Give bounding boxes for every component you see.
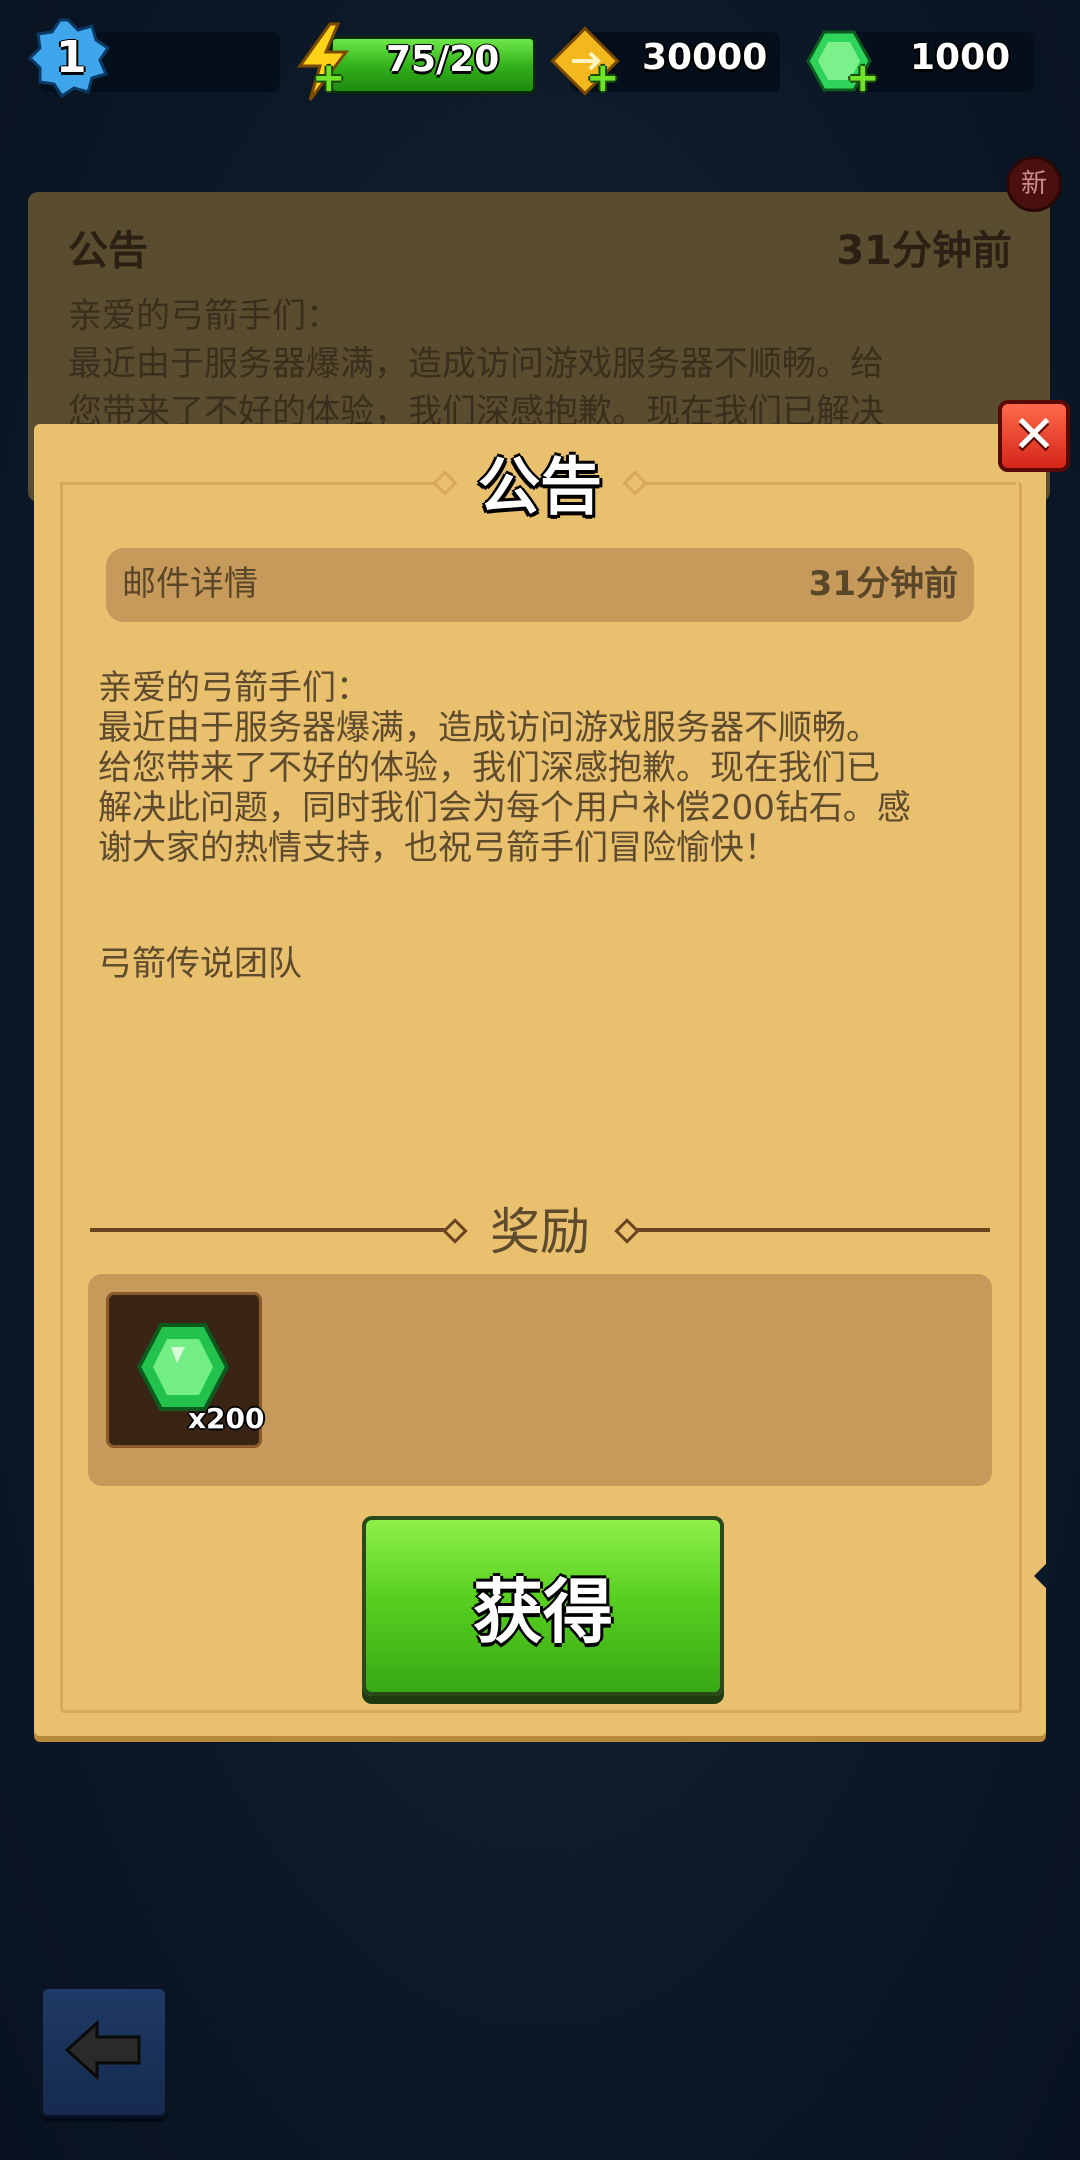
gem-value: 1000 [910,37,1011,78]
background-notice-body: 亲爱的弓箭手们： 最近由于服务器爆满，造成访问游戏服务器不顺畅。给 您带来了不好… [68,292,1008,436]
player-level: 1 [56,32,87,83]
dialog-title: 公告 [477,450,602,523]
close-icon: ✕ [1012,405,1056,465]
close-button[interactable]: ✕ [998,400,1070,472]
back-arrow-icon [64,2019,141,2081]
background-notice-title: 公告 [68,228,148,274]
right-pointer-icon [1034,1562,1048,1590]
mail-detail-label: 邮件详情 [122,564,258,604]
top-resource-bar: 1 + 75/20 + 30000 + 1000 [0,0,1080,110]
mail-body-line: 谢大家的热情支持，也祝弓箭手们冒险愉快！ [98,828,778,868]
mail-signature: 弓箭传说团队 [98,944,302,984]
background-notice-line: 最近由于服务器爆满，造成访问游戏服务器不顺畅。给 [68,344,884,384]
mail-body-line: 亲爱的弓箭手们： [98,668,370,708]
background-notice-time: 31分钟前 [836,228,1012,274]
gold-value: 30000 [642,37,768,78]
mail-body-line: 解决此问题，同时我们会为每个用户补偿200钻石。感 [98,788,911,828]
new-badge: 新 [1006,156,1062,212]
mail-body-line: 最近由于服务器爆满，造成访问游戏服务器不顺畅。 [98,708,880,748]
background-notice-line: 亲爱的弓箭手们： [68,296,340,336]
claim-button-label[interactable]: 获得 [362,1556,724,1657]
back-button[interactable] [40,1986,168,2118]
mail-detail-time: 31分钟前 [808,564,958,604]
energy-value: 75/20 [386,39,500,80]
mail-body: 亲爱的弓箭手们： 最近由于服务器爆满，造成访问游戏服务器不顺畅。 给您带来了不好… [98,668,998,868]
energy-plus-icon[interactable]: + [312,58,346,98]
gem-plus-icon[interactable]: + [846,58,880,98]
reward-title: 奖励 [490,1203,590,1261]
reward-count: x200 [188,1402,265,1435]
mail-body-line: 给您带来了不好的体验，我们深感抱歉。现在我们已 [98,748,880,788]
gold-plus-icon[interactable]: + [586,58,620,98]
